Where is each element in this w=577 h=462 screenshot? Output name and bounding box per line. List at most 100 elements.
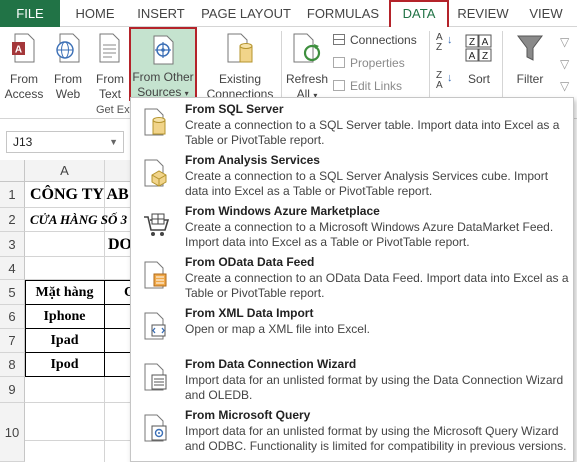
existing-connections-button[interactable]: Existing Connections [203,31,277,101]
cell-a8[interactable]: Ipod [25,354,104,376]
tab-data[interactable]: DATA [389,0,449,27]
access-database-icon: A [12,33,35,63]
row-header[interactable]: 8 [0,353,25,377]
from-access-label-1: From [10,72,38,86]
from-other-sources-button[interactable]: From Other Sources ▾ [129,27,197,101]
menu-item-odata-feed[interactable]: From OData Data Feed Create a connection… [131,255,573,305]
arrow-down-icon: ↓ [447,34,453,46]
menu-item-connection-wizard[interactable]: From Data Connection Wizard Import data … [131,357,573,407]
connections-icon [333,34,345,45]
sort-z-a-button[interactable]: Z A ↓ [436,71,456,97]
refresh-label-1: Refresh [285,72,329,86]
edit-links-icon [333,80,345,91]
sql-server-icon [144,108,166,136]
from-other-sources-label-1: From Other [132,70,194,84]
edit-links-label: Edit Links [350,79,403,93]
clear-filter-icon[interactable]: ▽ [560,35,577,49]
row-header[interactable]: 2 [0,208,25,232]
from-access-label-2: Access [4,87,44,101]
filter-label: Filter [516,72,544,86]
svg-text:A: A [482,37,489,48]
tab-view[interactable]: VIEW [518,0,574,27]
cell-a2[interactable]: CỬA HÀNG SỐ 3 [30,210,127,230]
menu-item-sql-server[interactable]: From SQL Server Create a connection to a… [131,102,573,152]
connections-button[interactable]: Connections [333,33,417,47]
menu-item-title: From Windows Azure Marketplace [185,204,380,218]
menu-item-title: From Data Connection Wizard [185,357,357,371]
name-box-value: J13 [13,135,33,149]
svg-text:A: A [469,51,476,62]
name-box[interactable]: J13 ▼ [6,131,124,153]
properties-button[interactable]: Properties [333,56,405,70]
from-web-label-1: From [54,72,82,86]
menu-item-title: From OData Data Feed [185,255,315,269]
tab-file[interactable]: FILE [0,0,60,27]
reapply-filter-icon[interactable]: ▽ [560,57,577,71]
row-header[interactable]: 5 [0,280,25,305]
menu-item-azure-marketplace[interactable]: From Windows Azure Marketplace Create a … [131,204,573,254]
sort-button[interactable]: Z A A Z Sort [460,31,498,101]
menu-item-description: Create a connection to an OData Data Fee… [185,271,569,300]
tab-insert[interactable]: INSERT [128,0,194,27]
menu-item-description: Import data for an unlisted format by us… [185,424,567,453]
from-access-button[interactable]: A From Access [3,31,45,101]
ribbon-tab-bar: FILE HOME INSERT PAGE LAYOUT FORMULAS DA… [0,0,577,27]
odata-feed-icon [144,261,167,289]
existing-connections-label-1: Existing [218,72,262,86]
menu-item-microsoft-query[interactable]: From Microsoft Query Import data for an … [131,408,573,460]
from-other-sources-menu: From SQL Server Create a connection to a… [130,97,574,462]
sort-dialog-icon: Z A A Z [465,34,492,62]
tab-review[interactable]: REVIEW [452,0,514,27]
azure-marketplace-icon [144,213,169,236]
select-all-corner[interactable] [0,160,25,182]
sort-a-z-button[interactable]: A Z ↓ [436,33,456,59]
row-header[interactable]: 4 [0,257,25,280]
row-header[interactable]: 6 [0,305,25,329]
connections-label: Connections [350,33,417,47]
other-sources-icon [153,35,174,65]
xml-import-icon [144,312,166,340]
row-header[interactable]: 7 [0,329,25,353]
menu-item-title: From Microsoft Query [185,408,311,422]
from-web-button[interactable]: From Web [48,31,88,101]
text-file-icon [99,33,120,63]
advanced-filter-icon[interactable]: ▽ [560,79,577,93]
properties-label: Properties [350,56,405,70]
get-external-data-group-label: Get Ext [96,104,133,116]
row-header[interactable]: 9 [0,377,25,403]
edit-links-button[interactable]: Edit Links [333,79,402,93]
svg-text:Z: Z [469,37,475,48]
cell-a7[interactable]: Ipad [25,330,104,352]
menu-item-title: From SQL Server [185,102,284,116]
menu-item-description: Create a connection to a Microsoft Windo… [185,220,554,249]
menu-item-title: From XML Data Import [185,306,314,320]
cell-a1[interactable]: CÔNG TY AB [30,184,129,206]
menu-item-title: From Analysis Services [185,153,320,167]
svg-text:A: A [15,45,22,56]
tab-formulas[interactable]: FORMULAS [300,0,386,27]
chevron-down-icon: ▼ [109,137,118,147]
cell-a5[interactable]: Mặt hàng [25,282,104,304]
filter-funnel-icon [517,35,543,61]
refresh-all-button[interactable]: Refresh All ▾ [285,31,329,101]
row-header[interactable]: 1 [0,182,25,208]
row-header[interactable]: 10 [0,403,25,462]
tab-page-layout[interactable]: PAGE LAYOUT [196,0,296,27]
arrow-down-icon: ↓ [447,72,453,84]
cell-a6[interactable]: Iphone [25,306,104,328]
from-text-label-2: Text [98,87,121,101]
from-text-label-1: From [96,72,124,86]
existing-connections-icon [227,33,253,63]
cell-a3[interactable]: DO [108,234,132,256]
connection-wizard-icon [144,363,167,391]
properties-icon [333,57,345,68]
sort-za-bottom: A [436,80,443,91]
menu-item-analysis-services[interactable]: From Analysis Services Create a connecti… [131,153,573,203]
row-header[interactable]: 3 [0,232,25,257]
menu-item-description: Create a connection to a SQL Server Anal… [185,169,549,198]
from-text-button[interactable]: From Text [90,31,130,101]
filter-button[interactable]: Filter [508,31,552,101]
column-header-a[interactable]: A [25,160,105,182]
menu-item-xml-import[interactable]: From XML Data Import Open or map a XML f… [131,306,573,356]
tab-home[interactable]: HOME [64,0,126,27]
